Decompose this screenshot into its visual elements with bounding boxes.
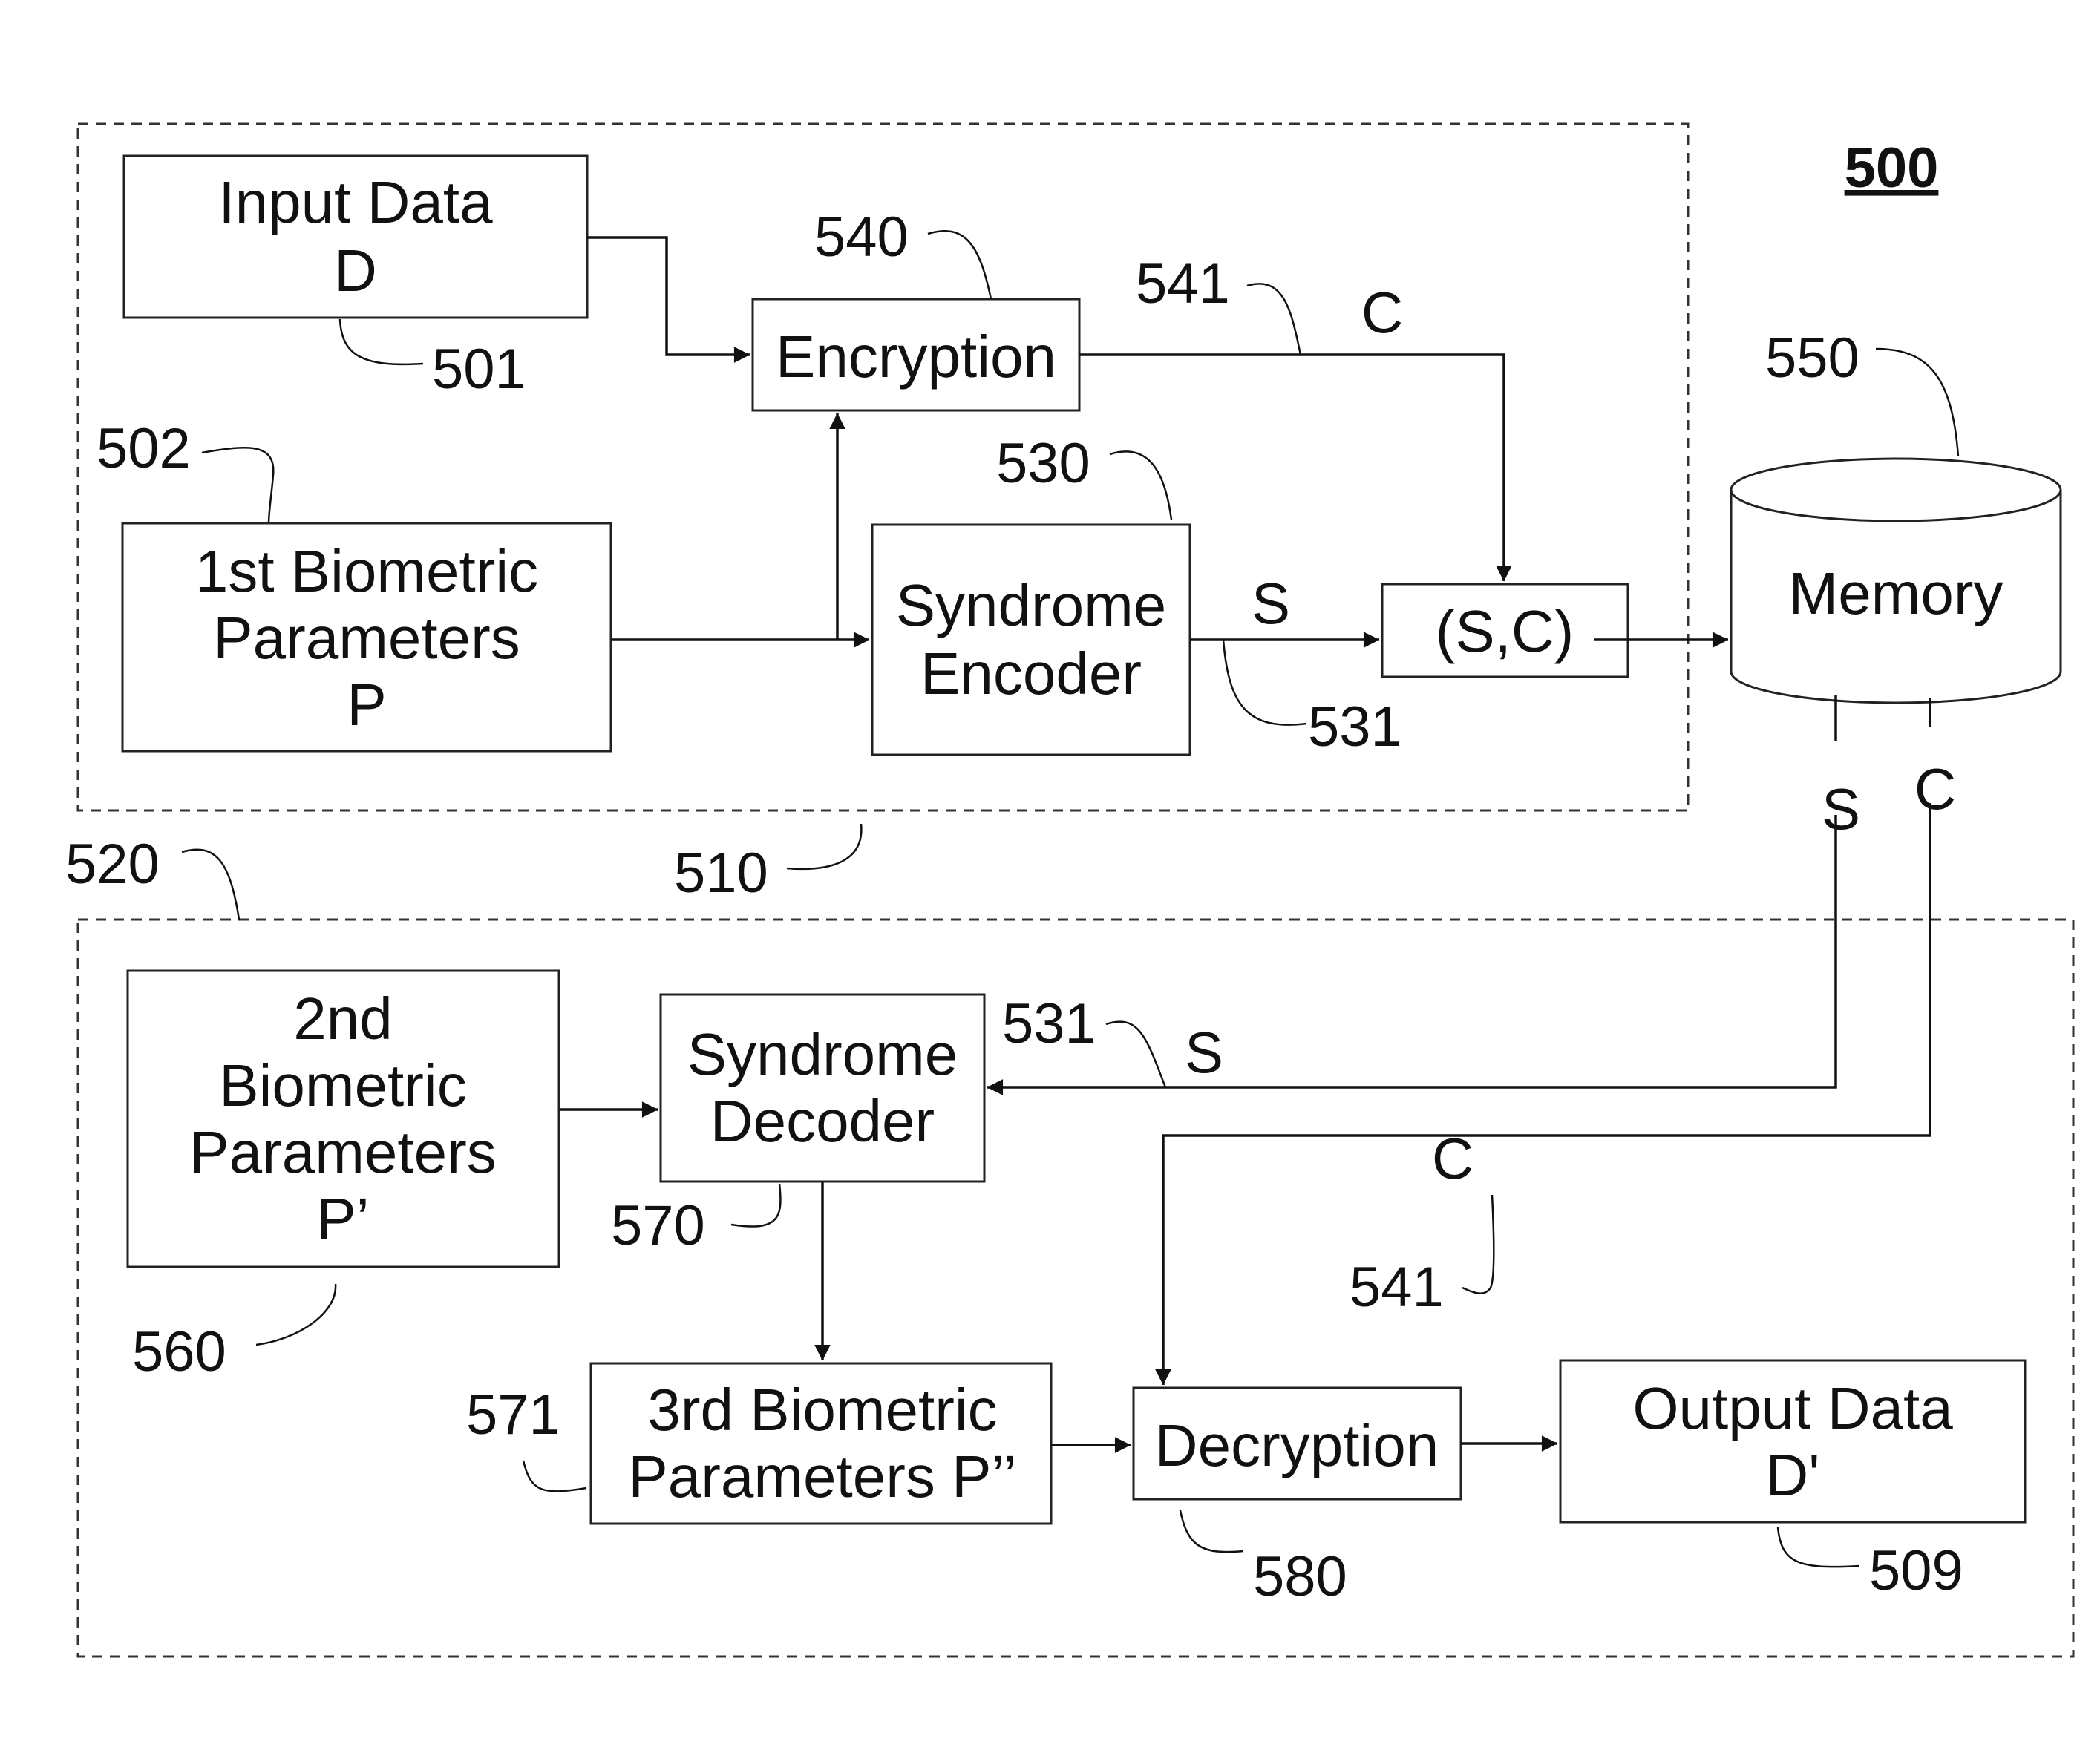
signal-c-top-leader <box>1246 283 1302 355</box>
signal-c-top: C <box>1361 280 1403 345</box>
signal-s-memory: S <box>1822 776 1860 842</box>
syndrome-encoder-block: Syndrome Encoder <box>871 523 1191 756</box>
second-biometric-label-line3: Parameters <box>189 1119 496 1185</box>
syndrome-decoder-block: Syndrome Decoder <box>659 993 986 1183</box>
encryption-ref: 540 <box>814 206 909 269</box>
syndrome-decoder-label-line1: Syndrome <box>687 1021 958 1087</box>
signal-c-bottom: C <box>1432 1126 1473 1191</box>
second-biometric-label-line1: 2nd <box>293 986 392 1052</box>
first-biometric-leader <box>201 446 275 524</box>
third-biometric-leader <box>522 1460 587 1492</box>
input-data-ref: 501 <box>432 338 526 401</box>
memory-leader <box>1875 347 1960 457</box>
signal-s-top-ref: 531 <box>1308 695 1402 758</box>
signal-s-bottom: S <box>1185 1020 1223 1085</box>
decryption-block: Decryption <box>1132 1386 1462 1501</box>
second-biometric-label-line4: P’ <box>316 1186 369 1252</box>
first-biometric-label-line2: Parameters <box>213 605 520 671</box>
memory-ref: 550 <box>1765 327 1859 390</box>
second-biometric-label-line2: Biometric <box>219 1052 466 1118</box>
syndrome-encoder-ref: 530 <box>996 432 1090 495</box>
output-data-block: Output Data D' <box>1559 1359 2027 1524</box>
syndrome-encoder-leader <box>1109 450 1173 520</box>
wire-memory-s-to-decoder <box>987 815 1837 1095</box>
second-biometric-ref: 560 <box>132 1320 226 1383</box>
output-data-ref: 509 <box>1869 1539 1963 1602</box>
second-biometric-block: 2nd Biometric Parameters P’ <box>126 969 560 1268</box>
third-biometric-ref: 571 <box>466 1383 560 1446</box>
signal-s-bottom-leader <box>1105 1020 1167 1088</box>
encryption-block: Encryption <box>751 298 1081 412</box>
encoder-group-leader <box>786 823 863 871</box>
first-biometric-label-line3: P <box>347 672 386 738</box>
signal-s-top: S <box>1252 571 1290 636</box>
memory-cylinder: Memory <box>1730 457 2062 704</box>
signal-s-top-leader <box>1222 639 1307 726</box>
syndrome-decoder-label-line2: Decoder <box>710 1088 935 1154</box>
syndrome-encoder-label-line1: Syndrome <box>896 572 1167 638</box>
output-data-label-line1: Output Data <box>1632 1375 1953 1441</box>
decoder-group-leader <box>181 848 241 920</box>
signal-s-bottom-ref: 531 <box>1002 992 1096 1055</box>
signal-c-memory: C <box>1914 756 1956 822</box>
signal-c-bottom-leader <box>1462 1194 1495 1294</box>
input-data-label-line2: D <box>334 237 377 304</box>
third-biometric-block: 3rd Biometric Parameters P’’ <box>589 1362 1053 1525</box>
block-diagram: 500 510 520 Input Data D 501 1st Biometr… <box>65 122 2075 1658</box>
encryption-label: Encryption <box>776 324 1056 390</box>
encryption-leader <box>927 230 992 300</box>
third-biometric-label-line1: 3rd Biometric <box>647 1377 997 1443</box>
first-biometric-block: 1st Biometric Parameters P <box>121 522 612 753</box>
signal-c-top-ref: 541 <box>1136 252 1230 315</box>
decoder-group-ref: 520 <box>65 833 160 896</box>
wire-memory-c-to-decryption <box>1155 803 1931 1386</box>
memory-label: Memory <box>1789 560 2003 626</box>
syndrome-decoder-leader <box>730 1183 782 1228</box>
output-data-label-line2: D' <box>1765 1442 1819 1508</box>
wire-input-to-encryption <box>587 236 750 363</box>
syndrome-encoder-label-line2: Encoder <box>920 640 1142 707</box>
decryption-ref: 580 <box>1253 1545 1347 1608</box>
encoder-group-ref: 510 <box>674 842 768 905</box>
third-biometric-label-line2: Parameters P’’ <box>628 1444 1016 1510</box>
output-data-leader <box>1776 1527 1860 1568</box>
first-biometric-label-line1: 1st Biometric <box>195 538 538 604</box>
input-data-leader <box>338 318 424 366</box>
sc-pair-label: (S,C) <box>1436 598 1574 664</box>
signal-c-bottom-ref: 541 <box>1350 1256 1444 1319</box>
sc-pair-block: (S,C) <box>1381 583 1629 678</box>
decryption-label: Decryption <box>1155 1412 1439 1478</box>
syndrome-decoder-ref: 570 <box>611 1194 705 1257</box>
decryption-leader <box>1179 1510 1244 1553</box>
input-data-label-line1: Input Data <box>218 169 493 235</box>
second-biometric-leader <box>255 1283 337 1346</box>
first-biometric-ref: 502 <box>97 417 191 480</box>
input-data-block: Input Data D <box>122 154 589 319</box>
figure-number: 500 <box>1845 137 1939 200</box>
